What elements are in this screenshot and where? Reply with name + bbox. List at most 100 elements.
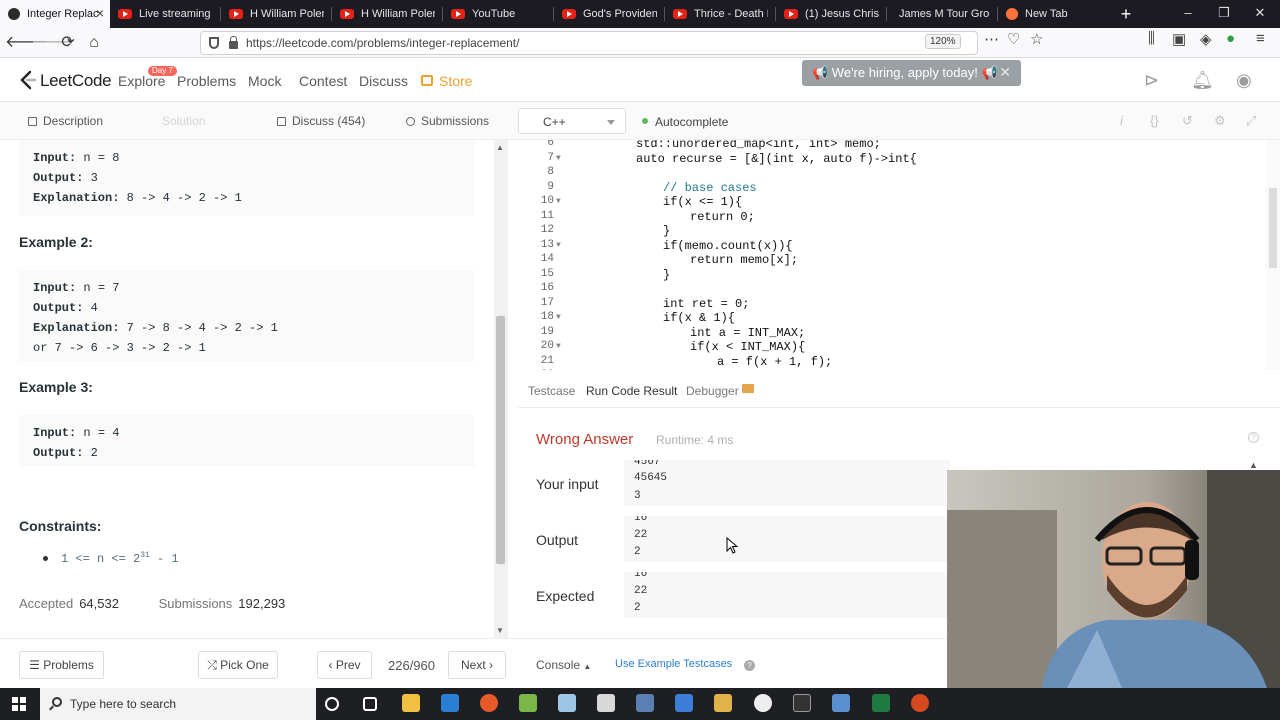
- browser-tab[interactable]: YouTube: [443, 0, 554, 28]
- tab-submissions[interactable]: Submissions: [406, 114, 489, 128]
- tab-description[interactable]: Description: [28, 114, 103, 128]
- scrollbar-thumb[interactable]: [1269, 188, 1277, 268]
- library-icon[interactable]: ⫼: [1148, 30, 1155, 47]
- cortana-icon[interactable]: [325, 697, 339, 711]
- leetcode-logo-icon[interactable]: [18, 70, 38, 90]
- fold-chevron-icon[interactable]: ▼: [556, 197, 561, 206]
- browser-tab-new-tab[interactable]: New Tab: [998, 0, 1109, 28]
- tab-solution[interactable]: Solution: [162, 114, 205, 128]
- help-icon[interactable]: ?: [744, 660, 755, 671]
- ubuntu-icon[interactable]: [911, 694, 929, 712]
- fold-chevron-icon[interactable]: ▼: [556, 241, 561, 250]
- calculator-icon[interactable]: [675, 694, 693, 712]
- tab-discuss[interactable]: Discuss (454): [277, 114, 365, 128]
- bell-icon[interactable]: 🔔︎: [1191, 70, 1214, 91]
- nav-contest[interactable]: Contest: [299, 73, 347, 89]
- nav-store[interactable]: Store: [439, 73, 472, 89]
- code-editor[interactable]: 6 std::unordered_map<int, int> memo; 7 ▼ aut…: [518, 140, 1266, 370]
- fold-chevron-icon[interactable]: ▼: [556, 154, 561, 163]
- chevron-up-icon[interactable]: ▲: [1249, 460, 1258, 470]
- task-view-icon[interactable]: [363, 697, 377, 711]
- windows-start-icon[interactable]: [12, 697, 26, 711]
- url-bar[interactable]: https://leetcode.com/problems/integer-re…: [200, 31, 978, 55]
- extension-green-icon[interactable]: ●: [1226, 30, 1235, 47]
- scroll-up-icon[interactable]: ▲: [496, 143, 504, 152]
- browser-tab[interactable]: James M Tour Group: [887, 0, 998, 28]
- close-tab-icon[interactable]: ×: [96, 6, 104, 20]
- more-actions-icon[interactable]: ⋯: [984, 30, 999, 48]
- autocomplete-toggle[interactable]: Autocomplete: [655, 115, 728, 129]
- code-scrollbar[interactable]: [1266, 140, 1280, 370]
- playground-icon[interactable]: ⊳: [1144, 70, 1159, 91]
- bookmark-star-icon[interactable]: ☆: [1030, 30, 1043, 48]
- reload-button[interactable]: ⟳: [57, 33, 79, 53]
- vscode-icon[interactable]: [441, 694, 459, 712]
- app-icon[interactable]: [636, 694, 654, 712]
- browser-tab[interactable]: (1) Jesus Christ &: [776, 0, 887, 28]
- taskbar-search[interactable]: Type here to search: [40, 688, 316, 720]
- prev-button[interactable]: ‹ Prev: [317, 651, 372, 679]
- braces-icon[interactable]: {}: [1150, 113, 1159, 128]
- language-select[interactable]: C++: [518, 108, 626, 134]
- info-icon[interactable]: i: [1120, 113, 1123, 128]
- browser-tab-integer-replacement[interactable]: Integer Replac ×: [0, 0, 110, 28]
- terminal-icon[interactable]: [793, 694, 811, 712]
- browser-tab[interactable]: H William Polenz: [332, 0, 443, 28]
- tab-run-code-result[interactable]: Run Code Result: [586, 384, 677, 398]
- file-explorer-icon[interactable]: [402, 694, 420, 712]
- next-button[interactable]: Next ›: [448, 651, 506, 679]
- nav-mock[interactable]: Mock: [248, 73, 281, 89]
- reset-icon[interactable]: ↺: [1182, 113, 1193, 129]
- github-icon[interactable]: [754, 694, 772, 712]
- extension-icon[interactable]: ◈: [1200, 30, 1212, 48]
- maximize-button[interactable]: ❐: [1214, 5, 1234, 21]
- fullscreen-icon[interactable]: ⤢: [1246, 113, 1256, 129]
- settings-icon[interactable]: ⚙: [1214, 113, 1226, 129]
- hiring-banner[interactable]: 📢 We're hiring, apply today! 📢 ✕: [802, 60, 1021, 86]
- forward-button[interactable]: 🡒: [31, 33, 74, 53]
- scrollbar-thumb[interactable]: [496, 316, 505, 564]
- leetcode-brand[interactable]: LeetCode: [40, 71, 112, 91]
- use-example-testcases-link[interactable]: Use Example Testcases: [615, 658, 732, 670]
- close-icon[interactable]: ✕: [999, 64, 1011, 81]
- app-icon[interactable]: [714, 694, 732, 712]
- avatar-icon[interactable]: ◉: [1236, 70, 1252, 91]
- back-button[interactable]: 🡐: [5, 33, 48, 53]
- browser-tab[interactable]: God's Providence: [554, 0, 665, 28]
- notepad-icon[interactable]: [519, 694, 537, 712]
- app-icon[interactable]: [832, 694, 850, 712]
- tab-testcase[interactable]: Testcase: [528, 384, 575, 398]
- console-button[interactable]: Console ▲: [536, 658, 591, 672]
- app-icon[interactable]: [558, 694, 576, 712]
- line-number: 6: [547, 140, 554, 149]
- home-button[interactable]: ⌂: [83, 33, 105, 53]
- sidebar-icon[interactable]: ▣: [1172, 30, 1186, 48]
- help-icon[interactable]: ?: [1248, 432, 1259, 443]
- browser-tab[interactable]: Live streaming - Y: [110, 0, 221, 28]
- shield-icon[interactable]: [209, 37, 219, 49]
- url-text[interactable]: https://leetcode.com/problems/integer-re…: [246, 36, 519, 50]
- nav-discuss[interactable]: Discuss: [359, 73, 408, 89]
- nav-problems[interactable]: Problems: [177, 73, 236, 89]
- problems-list-button[interactable]: ☰ Problems: [19, 651, 104, 679]
- excel-icon[interactable]: [872, 694, 890, 712]
- pocket-icon[interactable]: ♡: [1007, 30, 1020, 48]
- browser-tab[interactable]: Thrice - Death Fro: [665, 0, 776, 28]
- new-tab-button[interactable]: +: [1116, 4, 1136, 25]
- app-icon[interactable]: [597, 694, 615, 712]
- scroll-down-icon[interactable]: ▼: [496, 626, 504, 635]
- pick-one-button[interactable]: ⤮ Pick One: [198, 651, 278, 679]
- minimize-button[interactable]: –: [1178, 5, 1198, 20]
- menu-icon[interactable]: ≡: [1256, 30, 1265, 47]
- zoom-level-badge[interactable]: 120%: [925, 34, 961, 49]
- lock-icon[interactable]: [229, 36, 238, 49]
- fold-chevron-icon[interactable]: ▼: [556, 342, 561, 351]
- fold-chevron-icon[interactable]: ▼: [556, 313, 561, 322]
- hiring-text[interactable]: 📢 We're hiring, apply today! 📢: [812, 65, 998, 81]
- close-window-button[interactable]: ✕: [1250, 5, 1270, 21]
- firefox-taskbar-icon[interactable]: [480, 694, 498, 712]
- left-scrollbar[interactable]: ▲ ▼: [494, 140, 508, 638]
- browser-tab[interactable]: H William Polenz: [221, 0, 332, 28]
- line-number: 11: [540, 209, 554, 222]
- tab-debugger[interactable]: Debugger: [686, 384, 739, 398]
